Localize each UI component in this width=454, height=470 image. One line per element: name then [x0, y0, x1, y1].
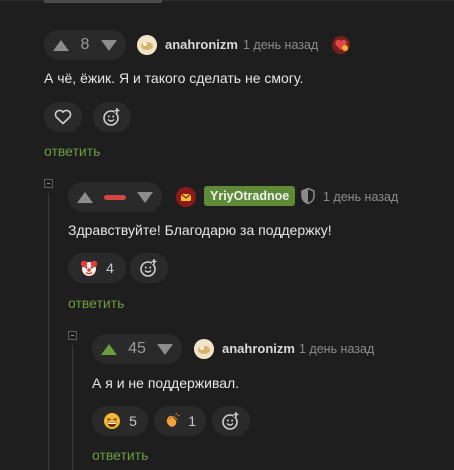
comment-text: А чё, ёжик. Я и такого сделать не смогу. [44, 70, 304, 86]
avatar-image [137, 35, 157, 55]
scroll-indicator [44, 0, 162, 3]
downvote-icon[interactable] [101, 39, 117, 51]
clapping-hands-icon [166, 413, 180, 427]
reply-link[interactable]: ответить [44, 143, 100, 159]
award-icon [331, 35, 351, 55]
comment-text: Здравствуйте! Благодарю за поддержку! [68, 222, 332, 238]
grinning-squint-icon [104, 413, 121, 429]
clown-face-icon [80, 260, 98, 276]
shield-icon [300, 187, 316, 205]
reaction-count: 4 [106, 260, 114, 276]
add-emoji-icon [140, 259, 157, 277]
downvote-icon[interactable] [137, 191, 153, 203]
collapse-thread-button[interactable] [68, 331, 77, 340]
vote-score: 8 [80, 36, 90, 53]
vote-control [68, 182, 162, 212]
reaction-button[interactable]: 4 [68, 253, 126, 283]
add-reaction-button[interactable] [212, 406, 250, 436]
add-reaction-button[interactable] [93, 102, 131, 132]
reaction-count: 1 [188, 413, 196, 429]
comment-text: А я и не поддерживал. [92, 375, 240, 391]
downvote-icon[interactable] [156, 343, 173, 355]
author-tag[interactable]: YriyOtradnoe [204, 186, 296, 206]
negative-rating-icon [104, 194, 126, 200]
like-button[interactable] [44, 102, 82, 132]
add-emoji-icon [103, 108, 120, 126]
thread-line [48, 193, 49, 470]
reply-link[interactable]: ответить [68, 295, 124, 311]
add-reaction-button[interactable] [130, 253, 168, 283]
vote-score: 45 [128, 340, 146, 357]
add-emoji-icon [222, 412, 239, 430]
comment-author[interactable]: anahronizm [222, 341, 295, 356]
upvote-icon[interactable] [77, 191, 93, 203]
reaction-count: 5 [129, 413, 137, 429]
thread-line [72, 345, 73, 470]
avatar-image [194, 339, 214, 359]
avatar[interactable] [176, 187, 196, 207]
reply-link[interactable]: ответить [92, 447, 148, 463]
avatar[interactable] [194, 339, 214, 359]
vote-control: 8 [44, 30, 126, 60]
avatar[interactable] [137, 35, 157, 55]
reaction-button[interactable]: 1 [154, 406, 206, 436]
collapse-thread-button[interactable] [44, 179, 53, 188]
comment-time[interactable]: 1 день назад [243, 38, 318, 52]
comment-time[interactable]: 1 день назад [323, 190, 398, 204]
reaction-button[interactable]: 5 [92, 406, 148, 436]
avatar-image [176, 187, 196, 207]
upvote-icon[interactable] [53, 39, 69, 51]
comment-author[interactable]: anahronizm [165, 37, 238, 52]
heart-icon [54, 109, 72, 125]
vote-control: 45 [92, 334, 182, 364]
comment-time[interactable]: 1 день назад [299, 342, 374, 356]
upvote-icon[interactable] [101, 343, 117, 355]
